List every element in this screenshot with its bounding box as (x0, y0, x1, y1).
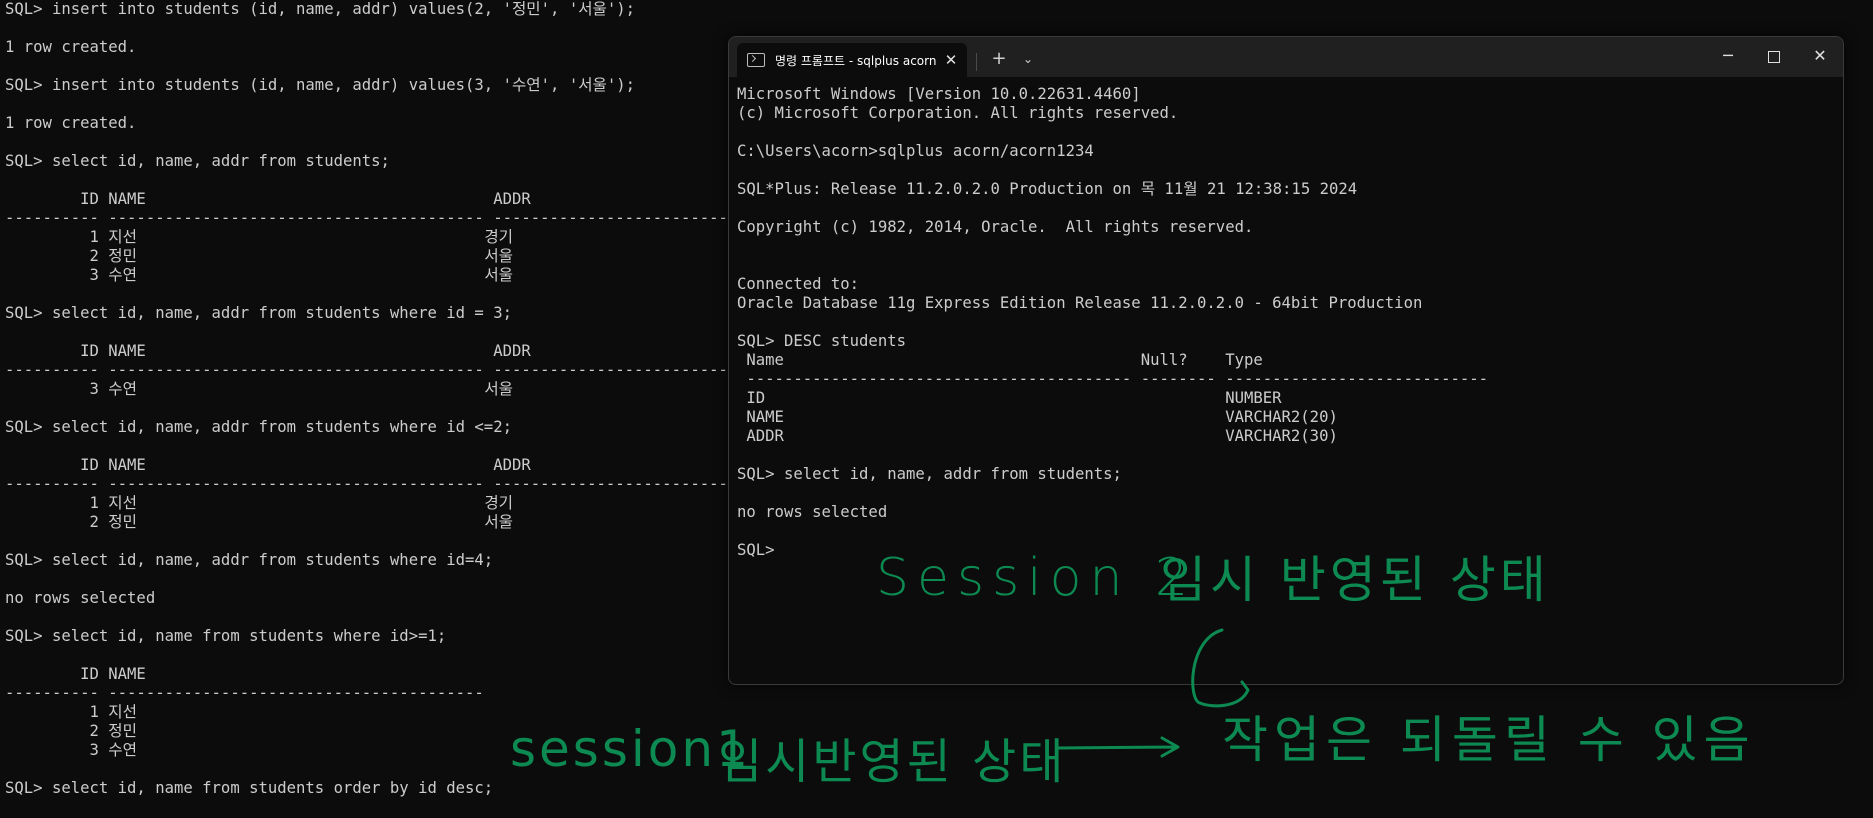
console-line: 3 수연 서울 (5, 380, 514, 398)
annotation-rollback-note: 작업은 되돌릴 수 있음 (1222, 711, 1756, 769)
terminal-line: C:\Users\acorn>sqlplus acorn/acorn1234 (737, 142, 1094, 160)
console-line: ID NAME (5, 665, 146, 683)
console-line: 2 정민 서울 (5, 513, 514, 531)
console-line: ---------- -----------------------------… (5, 684, 484, 702)
maximize-icon[interactable] (1751, 37, 1797, 75)
console-line: SQL> select id, name, addr from students… (5, 551, 494, 569)
console-line: 1 row created. (5, 114, 137, 132)
tab-title: 명령 프롬프트 - sqlplus acorn (775, 53, 937, 68)
tab-separator (976, 53, 977, 71)
terminal-line: SQL> DESC students (737, 332, 906, 350)
console-line: ---------- -----------------------------… (5, 475, 775, 493)
console-line: SQL> select id, name from students where… (5, 627, 447, 645)
console-line: 1 row created. (5, 38, 137, 56)
annotation-session2: Session 2 (876, 548, 1197, 608)
terminal-line: Oracle Database 11g Express Edition Rele… (737, 294, 1423, 312)
terminal-line: SQL*Plus: Release 11.2.0.2.0 Production … (737, 180, 1358, 198)
console-line: 3 수연 서울 (5, 266, 514, 284)
terminal-line: ----------------------------------------… (737, 370, 1489, 388)
console-line: ID NAME ADDR (5, 456, 531, 474)
console-line: 1 지선 경기 (5, 494, 514, 512)
terminal-line: Name Null? Type (737, 351, 1263, 369)
terminal-line: ID NUMBER (737, 389, 1282, 407)
chevron-down-icon[interactable]: ⌄ (1014, 45, 1042, 73)
close-icon[interactable]: ✕ (1797, 37, 1843, 75)
annotation-temp-state-1: 임시반영된 상태 (718, 734, 1067, 790)
close-icon[interactable]: ✕ (939, 48, 963, 72)
tab-command-prompt[interactable]: 명령 프롬프트 - sqlplus acorn ✕ (737, 43, 967, 77)
console-line: ID NAME ADDR (5, 190, 531, 208)
terminal-line: Connected to: (737, 275, 860, 293)
console-line: SQL> select id, name, addr from students… (5, 152, 390, 170)
console-line: SQL> select id, name, addr from students… (5, 304, 512, 322)
console-line: ID NAME ADDR (5, 342, 531, 360)
terminal-line: (c) Microsoft Corporation. All rights re… (737, 104, 1179, 122)
annotation-session1: session1 (510, 720, 751, 778)
plus-icon[interactable]: + (985, 45, 1013, 73)
terminal-line: SQL> select id, name, addr from students… (737, 465, 1122, 483)
annotation-temp-state-2: 임시 반영된 상태 (1160, 551, 1550, 609)
console-line: SQL> select id, name, addr from students… (5, 418, 512, 436)
console-line: no rows selected (5, 589, 156, 607)
console-line: ---------- -----------------------------… (5, 361, 775, 379)
console-line: SQL> insert into students (id, name, add… (5, 76, 636, 94)
background-console-output: SQL> insert into students (id, name, add… (5, 0, 775, 798)
terminal-line: Copyright (c) 1982, 2014, Oracle. All ri… (737, 218, 1254, 236)
console-line: 2 정민 서울 (5, 247, 514, 265)
terminal-line: NAME VARCHAR2(20) (737, 408, 1338, 426)
terminal-output: Microsoft Windows [Version 10.0.22631.44… (737, 85, 1488, 560)
title-bar[interactable]: 명령 프롬프트 - sqlplus acorn ✕ + ⌄ ─ ✕ (729, 37, 1843, 77)
terminal-line: ADDR VARCHAR2(30) (737, 427, 1338, 445)
terminal-icon (747, 53, 765, 67)
console-line: SQL> select id, name from students order… (5, 779, 494, 797)
console-line: SQL> insert into students (id, name, add… (5, 0, 636, 18)
terminal-line: Microsoft Windows [Version 10.0.22631.44… (737, 85, 1141, 103)
console-line: 1 지선 경기 (5, 228, 514, 246)
minimize-icon[interactable]: ─ (1705, 37, 1751, 75)
console-line: ---------- -----------------------------… (5, 209, 775, 227)
terminal-line: no rows selected (737, 503, 888, 521)
